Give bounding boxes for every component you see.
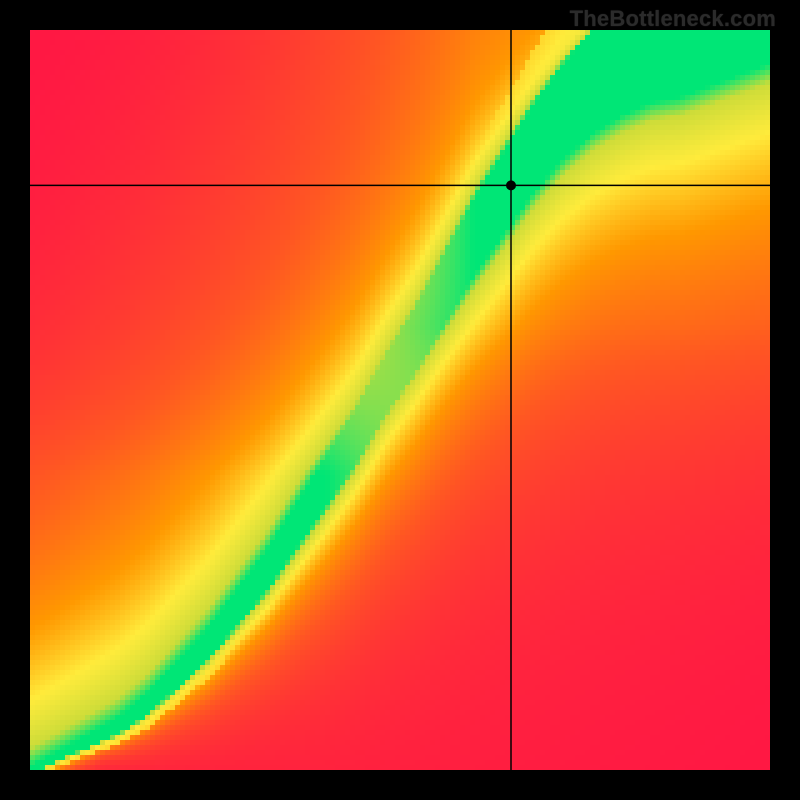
watermark-text: TheBottleneck.com [570, 6, 776, 32]
heatmap-canvas [30, 30, 770, 770]
chart-container: TheBottleneck.com [0, 0, 800, 800]
plot-area [30, 30, 770, 770]
